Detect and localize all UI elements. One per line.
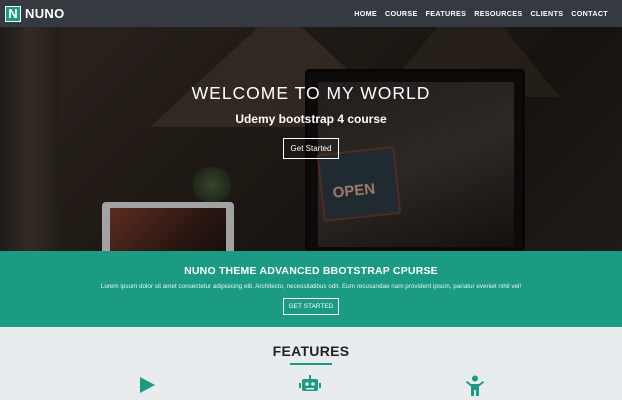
robot-icon — [299, 375, 321, 391]
navbar: N NUNO HOME COURSE FEATURES RESOURCES CL… — [0, 0, 622, 27]
play-icon — [140, 377, 155, 393]
nav-links: HOME COURSE FEATURES RESOURCES CLIENTS C… — [354, 9, 608, 18]
promo-get-started-button[interactable]: GET STARTED — [282, 298, 340, 315]
promo-title: NUNO THEME ADVANCED BBOTSTRAP CPURSE — [184, 265, 438, 277]
nav-link-contact[interactable]: CONTACT — [571, 9, 608, 18]
get-started-button[interactable]: Get Started — [282, 138, 340, 159]
promo-section: NUNO THEME ADVANCED BBOTSTRAP CPURSE Lor… — [0, 251, 622, 327]
brand-logo-icon: N — [5, 5, 21, 22]
nav-link-home[interactable]: HOME — [354, 9, 377, 18]
promo-text: Lorem ipsum dolor sit amet consectetur a… — [100, 283, 522, 290]
nav-link-clients[interactable]: CLIENTS — [530, 9, 563, 18]
features-title-underline — [290, 363, 332, 365]
nav-link-features[interactable]: FEATURES — [426, 9, 467, 18]
nav-link-course[interactable]: COURSE — [385, 9, 418, 18]
hero-title: WELCOME TO MY WORLD — [191, 83, 431, 103]
nav-link-resources[interactable]: RESOURCES — [474, 9, 522, 18]
hero-content: WELCOME TO MY WORLD Udemy bootstrap 4 co… — [0, 83, 622, 159]
hero-subtitle: Udemy bootstrap 4 course — [235, 112, 387, 126]
child-icon — [466, 375, 484, 396]
hero-section: OPEN WELCOME TO MY WORLD Udemy bootstrap… — [0, 27, 622, 251]
features-title: FEATURES — [272, 343, 350, 359]
brand-name: NUNO — [25, 6, 65, 21]
brand[interactable]: N NUNO — [5, 5, 65, 22]
